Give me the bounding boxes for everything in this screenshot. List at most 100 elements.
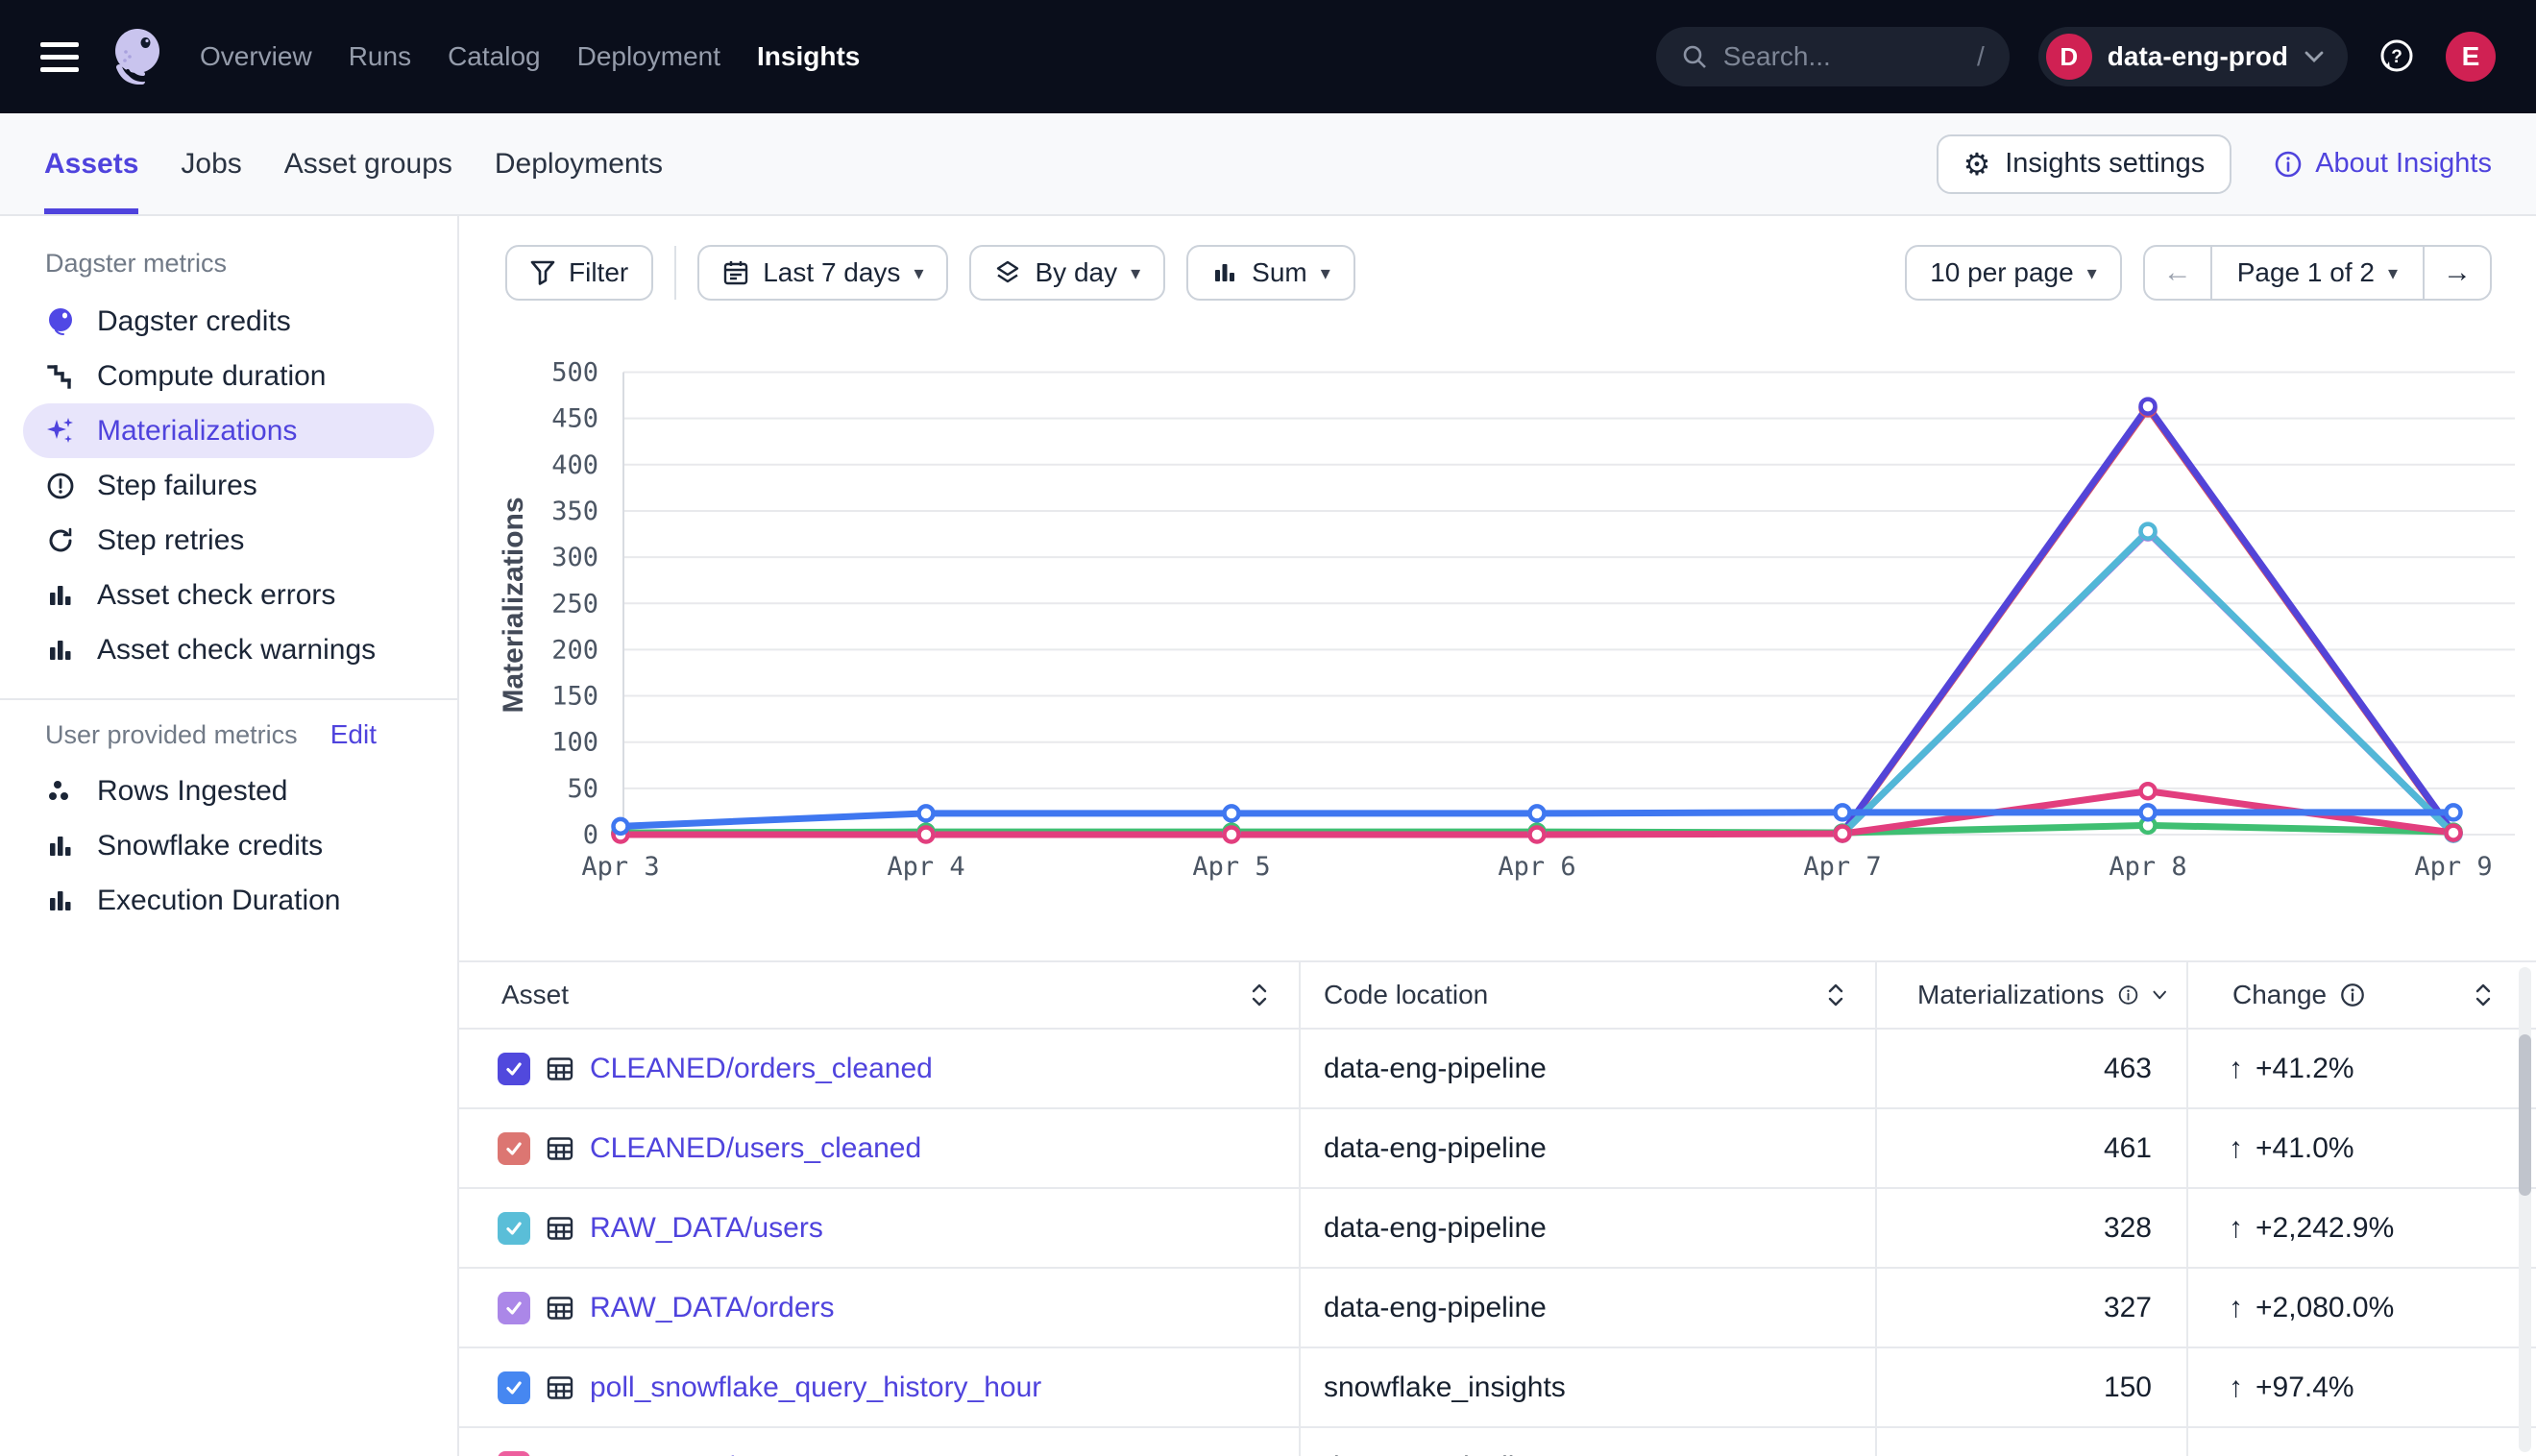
series-checkbox[interactable] <box>498 1371 530 1404</box>
up-arrow-icon: ↑ <box>2229 1212 2243 1245</box>
sidebar-item-step-retries[interactable]: Step retries <box>23 513 434 568</box>
nav-catalog[interactable]: Catalog <box>448 41 541 72</box>
filter-button[interactable]: Filter <box>505 245 653 301</box>
search-shortcut-hint: / <box>1977 41 1985 72</box>
svg-text:100: 100 <box>551 728 598 758</box>
table-asset-icon <box>546 1453 574 1456</box>
nav-overview[interactable]: Overview <box>200 41 312 72</box>
series-checkbox[interactable] <box>498 1132 530 1165</box>
controls-divider <box>674 246 676 300</box>
alert-circle-icon <box>45 472 76 500</box>
sidebar-section-title: Dagster metrics <box>45 249 412 279</box>
change-value: +2,080.0% <box>2256 1292 2394 1324</box>
page-select[interactable]: Page 1 of 2 ▾ <box>2210 247 2423 299</box>
code-location-cell: snowflake_insights <box>1301 1348 1877 1426</box>
scrollbar-thumb[interactable] <box>2519 1034 2531 1196</box>
dots-icon <box>45 777 76 806</box>
sort-icon[interactable] <box>1825 981 1846 1009</box>
per-page-select[interactable]: 10 per page ▾ <box>1905 245 2122 301</box>
help-icon[interactable]: ? <box>2377 36 2417 77</box>
chevron-down-icon: ▾ <box>1131 261 1140 285</box>
change-value: +41.0% <box>2256 1132 2354 1165</box>
svg-text:Apr 7: Apr 7 <box>1803 852 1881 882</box>
table-row: poll_snowflake_query_history_hour snowfla… <box>459 1348 2536 1428</box>
code-location-cell: data-eng-pipeline <box>1301 1428 1877 1456</box>
sort-icon[interactable] <box>2473 981 2494 1009</box>
bar-chart-icon <box>45 832 76 861</box>
top-nav: Overview Runs Catalog Deployment Insight… <box>0 0 2536 113</box>
org-switcher[interactable]: D data-eng-prod <box>2038 27 2348 86</box>
chevron-down-icon: ▾ <box>914 261 923 285</box>
sidebar-item-execution-duration[interactable]: Execution Duration <box>23 873 434 928</box>
nav-deployment[interactable]: Deployment <box>577 41 720 72</box>
materializations-value: 327 <box>1877 1269 2188 1347</box>
sidebar-item-label: Execution Duration <box>97 885 340 917</box>
sidebar-item-asset-check-errors[interactable]: Asset check errors <box>23 568 434 622</box>
bar-chart-icon <box>1211 259 1238 286</box>
chevron-down-icon <box>2304 50 2325 63</box>
hamburger-menu-icon[interactable] <box>40 42 79 72</box>
up-arrow-icon: ↑ <box>2229 1053 2243 1085</box>
pagination-control: ← Page 1 of 2 ▾ → <box>2143 245 2492 301</box>
about-insights-link[interactable]: About Insights <box>2274 148 2492 180</box>
sidebar-item-dagster-credits[interactable]: Dagster credits <box>23 294 434 349</box>
aggregation-select[interactable]: Sum ▾ <box>1186 245 1355 301</box>
nav-runs[interactable]: Runs <box>349 41 411 72</box>
svg-text:500: 500 <box>551 358 598 388</box>
svg-text:0: 0 <box>583 820 598 850</box>
asset-link[interactable]: poll_snowflake_query_history_hour <box>590 1371 1041 1404</box>
code-location-cell: data-eng-pipeline <box>1301 1269 1877 1347</box>
sidebar-item-asset-check-warnings[interactable]: Asset check warnings <box>23 622 434 677</box>
svg-text:150: 150 <box>551 682 598 712</box>
search-placeholder: Search... <box>1723 41 1962 72</box>
granularity-select[interactable]: By day ▾ <box>969 245 1165 301</box>
tab-deployments[interactable]: Deployments <box>495 113 663 214</box>
prev-page-button[interactable]: ← <box>2145 247 2210 299</box>
date-range-select[interactable]: Last 7 days ▾ <box>697 245 948 301</box>
series-checkbox[interactable] <box>498 1212 530 1245</box>
table-row: RAW_DATA/ordersdata-eng-pipeline327↑+2,0… <box>459 1269 2536 1348</box>
sidebar-item-materializations[interactable]: Materializations <box>23 403 434 458</box>
sidebar-item-step-failures[interactable]: Step failures <box>23 458 434 513</box>
assets-table: Asset Code location Materializations <box>459 960 2536 1456</box>
asset-link[interactable]: RAW_DATA/users <box>590 1212 823 1245</box>
sidebar-item-snowflake-credits[interactable]: Snowflake credits <box>23 818 434 873</box>
column-header-asset[interactable]: Asset <box>459 962 1301 1028</box>
insights-tab-bar: Assets Jobs Asset groups Deployments ⚙ I… <box>0 113 2536 216</box>
series-checkbox[interactable] <box>498 1053 530 1085</box>
code-location-cell: data-eng-pipeline <box>1301 1109 1877 1187</box>
asset-link[interactable]: CLEANED/orders_cleaned <box>590 1053 933 1085</box>
table-asset-icon <box>546 1055 574 1083</box>
next-page-button[interactable]: → <box>2423 247 2490 299</box>
series-checkbox[interactable] <box>498 1451 530 1456</box>
dagster-logo-icon[interactable] <box>106 25 169 88</box>
column-header-materializations[interactable]: Materializations <box>1877 962 2188 1028</box>
sidebar-item-compute-duration[interactable]: Compute duration <box>23 349 434 403</box>
column-header-change[interactable]: Change <box>2188 962 2536 1028</box>
edit-user-metrics-link[interactable]: Edit <box>330 719 377 750</box>
org-avatar: D <box>2046 34 2092 80</box>
svg-text:Apr 4: Apr 4 <box>887 852 964 882</box>
tab-asset-groups[interactable]: Asset groups <box>284 113 452 214</box>
materializations-value <box>1877 1428 2188 1456</box>
asset-link[interactable]: RAW_DATA/orders <box>590 1292 835 1324</box>
global-search-input[interactable]: Search... / <box>1656 27 2010 86</box>
table-row: RAW_DATA/usersdata-eng-pipeline328↑+2,24… <box>459 1189 2536 1269</box>
insights-settings-button[interactable]: ⚙ Insights settings <box>1937 134 2232 194</box>
svg-text:300: 300 <box>551 543 598 572</box>
user-avatar[interactable]: E <box>2446 32 2496 82</box>
nav-insights[interactable]: Insights <box>757 41 860 72</box>
asset-link[interactable]: CLEANED/users_cleaned <box>590 1132 921 1165</box>
sidebar-divider <box>0 698 457 700</box>
chevron-down-icon[interactable] <box>2152 988 2167 1002</box>
sidebar-item-rows-ingested[interactable]: Rows Ingested <box>23 764 434 818</box>
change-value: +2,242.9% <box>2256 1212 2394 1245</box>
tab-assets[interactable]: Assets <box>44 113 138 214</box>
sort-icon[interactable] <box>1249 981 1270 1009</box>
series-checkbox[interactable] <box>498 1292 530 1324</box>
tab-jobs[interactable]: Jobs <box>181 113 241 214</box>
table-scrollbar[interactable] <box>2519 967 2531 1452</box>
column-header-code-location[interactable]: Code location <box>1301 962 1877 1028</box>
info-icon <box>2117 982 2139 1008</box>
asset-link[interactable]: CLEANED/… <box>590 1451 763 1456</box>
